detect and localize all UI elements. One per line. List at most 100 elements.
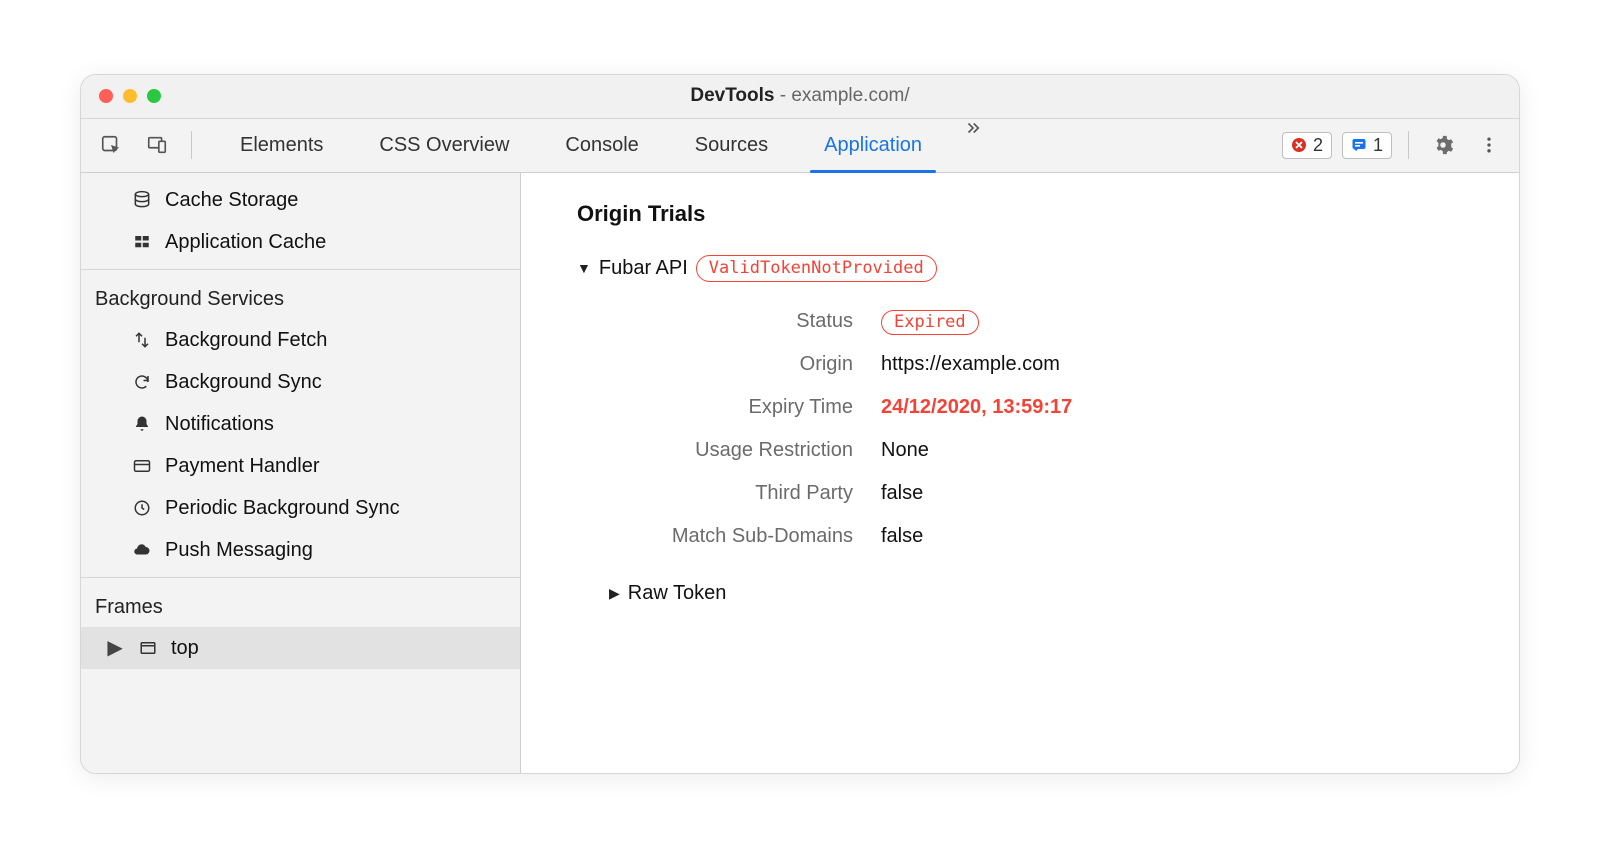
field-label: Third Party (577, 482, 857, 505)
sidebar-item-cache-storage[interactable]: Cache Storage (81, 179, 520, 221)
field-value: None (881, 439, 1489, 462)
tab-elements[interactable]: Elements (216, 119, 347, 172)
sidebar-item-label: Notifications (165, 409, 274, 439)
field-value: Expired (881, 310, 1489, 333)
field-label: Expiry Time (577, 396, 857, 419)
tab-label: Elements (240, 134, 323, 157)
devtools-toolbar: Elements CSS Overview Console Sources Ap… (81, 119, 1519, 173)
window-title-app: DevTools (690, 85, 774, 106)
more-vertical-icon (1479, 135, 1499, 155)
gear-icon (1432, 134, 1454, 156)
titlebar: DevTools - example.com/ (81, 75, 1519, 119)
sidebar-item-label: Payment Handler (165, 451, 320, 481)
more-button[interactable] (1471, 127, 1507, 163)
sidebar-group-title: Frames (81, 584, 520, 627)
transfer-icon (131, 329, 153, 351)
origin-trial-details: Status Expired Origin https://example.co… (577, 300, 1489, 558)
field-value: false (881, 525, 1489, 548)
issues-icon (1351, 137, 1367, 153)
row-third-party: Third Party false (577, 472, 1489, 515)
field-label: Match Sub-Domains (577, 525, 857, 548)
tab-console[interactable]: Console (541, 119, 662, 172)
sidebar-group-title: Background Services (81, 276, 520, 319)
toolbar-divider (191, 131, 192, 159)
error-icon (1291, 137, 1307, 153)
window-minimize-button[interactable] (123, 89, 137, 103)
caret-right-icon: ▶ (609, 585, 620, 602)
caret-down-icon: ▼ (577, 260, 591, 276)
sidebar-item-background-fetch[interactable]: Background Fetch (81, 319, 520, 361)
cloud-icon (131, 539, 153, 561)
status-pill-invalid-token: ValidTokenNotProvided (696, 255, 937, 282)
row-usage-restriction: Usage Restriction None (577, 429, 1489, 472)
sidebar-item-notifications[interactable]: Notifications (81, 403, 520, 445)
tabs-overflow-button[interactable] (954, 119, 992, 172)
settings-button[interactable] (1425, 127, 1461, 163)
sidebar-item-frame-top[interactable]: ▶ top (81, 627, 520, 669)
sidebar-item-label: top (171, 633, 199, 663)
window-zoom-button[interactable] (147, 89, 161, 103)
tab-label: Console (565, 134, 638, 157)
tab-label: Sources (695, 134, 768, 157)
field-value: 24/12/2020, 13:59:17 (881, 396, 1489, 419)
toolbar-divider (1408, 131, 1409, 159)
database-icon (131, 189, 153, 211)
issues-count: 1 (1373, 135, 1383, 156)
sidebar-group-frames: Frames ▶ top (81, 578, 520, 675)
field-label: Status (577, 310, 857, 333)
window-title: DevTools - example.com/ (81, 85, 1519, 107)
row-expiry: Expiry Time 24/12/2020, 13:59:17 (577, 386, 1489, 429)
sidebar-item-periodic-sync[interactable]: Periodic Background Sync (81, 487, 520, 529)
status-pill-expired: Expired (881, 310, 979, 335)
clock-icon (131, 497, 153, 519)
sidebar-item-label: Application Cache (165, 227, 326, 257)
errors-count: 2 (1313, 135, 1323, 156)
tab-label: CSS Overview (379, 134, 509, 157)
window-close-button[interactable] (99, 89, 113, 103)
window-title-sep: - (774, 85, 791, 106)
inspect-element-button[interactable] (93, 127, 129, 163)
sidebar-group-cache: Cache Storage Application Cache (81, 173, 520, 270)
sidebar-item-payment-handler[interactable]: Payment Handler (81, 445, 520, 487)
frame-icon (137, 637, 159, 659)
device-icon (146, 134, 168, 156)
raw-token-toggle[interactable]: ▶ Raw Token (577, 582, 1489, 605)
issues-counter[interactable]: 1 (1342, 132, 1392, 159)
window-title-page: example.com/ (791, 85, 909, 106)
sidebar-item-label: Push Messaging (165, 535, 313, 565)
inspect-icon (100, 134, 122, 156)
caret-right-icon: ▶ (109, 633, 121, 663)
bell-icon (131, 413, 153, 435)
toolbar-left (93, 127, 198, 163)
tab-sources[interactable]: Sources (671, 119, 792, 172)
main-content: Origin Trials ▼ Fubar API ValidTokenNotP… (521, 173, 1519, 773)
device-toolbar-button[interactable] (139, 127, 175, 163)
panel-tabs: Elements CSS Overview Console Sources Ap… (216, 119, 992, 172)
sidebar-item-background-sync[interactable]: Background Sync (81, 361, 520, 403)
field-label: Origin (577, 353, 857, 376)
sync-icon (131, 371, 153, 393)
credit-card-icon (131, 455, 153, 477)
raw-token-label: Raw Token (628, 582, 727, 605)
tab-css-overview[interactable]: CSS Overview (355, 119, 533, 172)
grid-icon (131, 231, 153, 253)
field-value: false (881, 482, 1489, 505)
field-value: https://example.com (881, 353, 1489, 376)
errors-counter[interactable]: 2 (1282, 132, 1332, 159)
devtools-window: DevTools - example.com/ Elements CSS Ove… (80, 74, 1520, 774)
row-match-subdomains: Match Sub-Domains false (577, 515, 1489, 558)
traffic-lights (99, 89, 161, 103)
tab-application[interactable]: Application (800, 119, 946, 172)
sidebar-item-application-cache[interactable]: Application Cache (81, 221, 520, 263)
sidebar-item-label: Background Sync (165, 367, 322, 397)
toolbar-right: 2 1 (1282, 127, 1507, 163)
sidebar-item-label: Cache Storage (165, 185, 298, 215)
panel-body: Cache Storage Application Cache Backgrou… (81, 173, 1519, 773)
sidebar-item-label: Background Fetch (165, 325, 327, 355)
field-label: Usage Restriction (577, 439, 857, 462)
sidebar-group-background-services: Background Services Background Fetch Bac… (81, 270, 520, 578)
origin-trial-row[interactable]: ▼ Fubar API ValidTokenNotProvided (577, 255, 1489, 282)
sidebar-item-label: Periodic Background Sync (165, 493, 400, 523)
row-status: Status Expired (577, 300, 1489, 343)
sidebar-item-push-messaging[interactable]: Push Messaging (81, 529, 520, 571)
